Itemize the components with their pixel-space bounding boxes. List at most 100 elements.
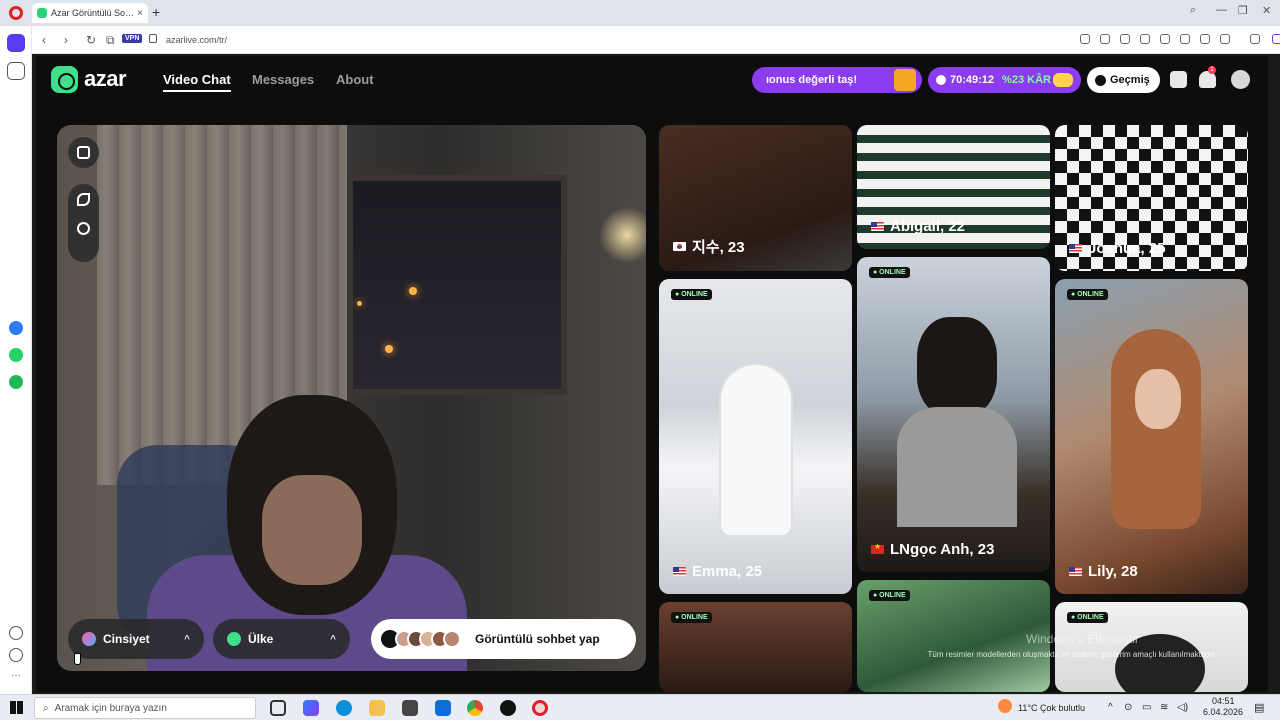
volume-icon[interactable]: ◁) (1177, 702, 1188, 713)
aria-icon[interactable] (1272, 34, 1280, 44)
taskbar-search-placeholder: Aramak için buraya yazın (54, 702, 167, 714)
weather-icon[interactable] (998, 699, 1012, 713)
camera-icon[interactable] (1100, 34, 1110, 44)
profile-card[interactable]: ● ONLINE LNgọc Anh, 23 (857, 257, 1050, 572)
notification-center-icon[interactable]: ▤ (1254, 701, 1264, 714)
profile-card[interactable]: Joshua, 25 (1055, 125, 1248, 271)
profile-card[interactable]: Abigail, 22 (857, 125, 1050, 249)
fullscreen-toggle[interactable] (68, 137, 99, 168)
new-tab-button[interactable]: + (152, 4, 160, 20)
self-video-preview: Cinsiyet ^ Ülke ^ Görüntülü sohbet yap (57, 125, 646, 671)
user-avatar[interactable] (1231, 70, 1250, 89)
profit-text: %23 KÂR (1002, 74, 1051, 86)
video-light (385, 345, 393, 353)
back-icon[interactable]: ‹ (42, 33, 46, 47)
nav-messages[interactable]: Messages (252, 72, 314, 87)
sticker-face-icon[interactable] (77, 222, 90, 235)
maximize-button[interactable]: ❐ (1238, 4, 1248, 17)
profile-photo-figure (917, 317, 997, 417)
windows-start-icon[interactable] (10, 701, 23, 714)
file-explorer-icon[interactable] (369, 700, 385, 716)
minimize-button[interactable]: — (1216, 4, 1227, 16)
edge-icon[interactable] (336, 700, 352, 716)
profile-card[interactable]: ● ONLINE (659, 602, 852, 692)
heart-sidebar-icon[interactable] (9, 626, 23, 640)
face-thumb (443, 630, 461, 648)
nav-about[interactable]: About (336, 72, 374, 87)
chrome-icon[interactable] (467, 700, 483, 716)
messenger-icon[interactable] (9, 321, 23, 335)
history-button[interactable]: Geçmiş (1087, 67, 1160, 93)
windows-taskbar: ⌕ Aramak için buraya yazın 11°C Çok bulu… (0, 694, 1280, 720)
video-person-face (262, 475, 362, 585)
wallet-icon[interactable] (1250, 34, 1260, 44)
azar-logo-icon[interactable] (51, 66, 78, 93)
vpn-badge[interactable]: VPN (122, 34, 143, 43)
url-field[interactable]: azarlive.com/tr/ (166, 35, 227, 45)
chevron-up-icon: ^ (330, 633, 336, 645)
search-tabs-icon[interactable]: ⌕ (1190, 4, 1196, 17)
close-window-button[interactable]: ✕ (1262, 4, 1271, 17)
browser-tab[interactable]: Azar Görüntülü Sohbet & × (32, 3, 148, 23)
more-icon[interactable]: … (9, 669, 23, 684)
copilot-icon[interactable] (303, 700, 319, 716)
history-icon[interactable] (9, 648, 23, 662)
shield-icon[interactable] (1120, 34, 1130, 44)
battery-icon[interactable]: ▭ (1142, 702, 1151, 713)
azar-logo-text[interactable]: azar (84, 66, 127, 92)
wifi-icon[interactable]: ≋ (1160, 702, 1168, 713)
list-icon[interactable] (1200, 34, 1210, 44)
download-icon[interactable] (1140, 34, 1150, 44)
play-icon[interactable] (1160, 34, 1170, 44)
taskbar-search-input[interactable]: ⌕ Aramak için buraya yazın (34, 697, 256, 719)
easy-setup-icon[interactable]: ⧉ (106, 33, 115, 48)
opera-taskbar-icon[interactable] (532, 700, 548, 716)
history-label: Geçmiş (1110, 74, 1150, 86)
history-clock-icon (1095, 74, 1106, 86)
profile-card[interactable]: ● ONLINE (1055, 602, 1248, 692)
profile-name: 지수, 23 (673, 236, 745, 257)
home-icon[interactable] (7, 34, 25, 52)
magic-wand-icon[interactable] (77, 193, 90, 206)
start-video-chat-button[interactable]: Görüntülü sohbet yap (371, 619, 636, 659)
weather-text[interactable]: 11°C Çok bulutlu (1018, 703, 1085, 713)
flag-us-icon (1069, 567, 1082, 576)
flag-us-icon (871, 222, 884, 231)
profile-icon[interactable] (1220, 34, 1230, 44)
reload-icon[interactable]: ↻ (86, 33, 96, 47)
shop-icon[interactable] (1170, 71, 1187, 88)
whatsapp-icon[interactable] (9, 348, 23, 362)
gender-filter-button[interactable]: Cinsiyet ^ (68, 619, 204, 659)
tray-chevron-icon[interactable]: ^ (1108, 702, 1113, 713)
obs-icon[interactable] (500, 700, 516, 716)
profile-card[interactable]: ● ONLINE Lily, 28 (1055, 279, 1248, 594)
profile-name: Lily, 28 (1069, 563, 1138, 580)
task-view-icon[interactable] (270, 700, 286, 716)
online-badge: ● ONLINE (1067, 289, 1108, 300)
profile-card[interactable]: ● ONLINE (857, 580, 1050, 692)
windows-activation-watermark: Windows'u Etkinleştir (1026, 632, 1139, 646)
nav-video-chat[interactable]: Video Chat (163, 72, 231, 92)
network-icon[interactable]: ⊙ (1124, 702, 1132, 713)
profile-card[interactable]: ● ONLINE Emma, 25 (659, 279, 852, 594)
clock-icon (936, 75, 946, 85)
country-filter-button[interactable]: Ülke ^ (213, 619, 350, 659)
opera-logo-icon[interactable] (9, 6, 23, 20)
forward-icon[interactable]: › (64, 33, 68, 47)
promo-banner[interactable]: ıonus değerli taş! (752, 67, 922, 93)
clock-date[interactable]: 6.04.2026 (1203, 707, 1243, 717)
clock-time[interactable]: 04:51 (1212, 696, 1235, 706)
tab-close-icon[interactable]: × (137, 8, 143, 19)
store-icon[interactable] (402, 700, 418, 716)
lock-icon[interactable] (149, 34, 157, 43)
heart-icon[interactable] (1180, 34, 1190, 44)
avatar-stack (395, 630, 461, 648)
speed-dial-icon[interactable] (7, 62, 25, 80)
profile-card[interactable]: 지수, 23 (659, 125, 852, 271)
mail-icon[interactable] (435, 700, 451, 716)
extension-icon[interactable] (1080, 34, 1090, 44)
spotify-icon[interactable] (9, 375, 23, 389)
offer-timer[interactable]: 70:49:12 %23 KÂR (928, 67, 1081, 93)
profile-photo-figure (1111, 329, 1201, 529)
gender-filter-label: Cinsiyet (103, 632, 150, 646)
